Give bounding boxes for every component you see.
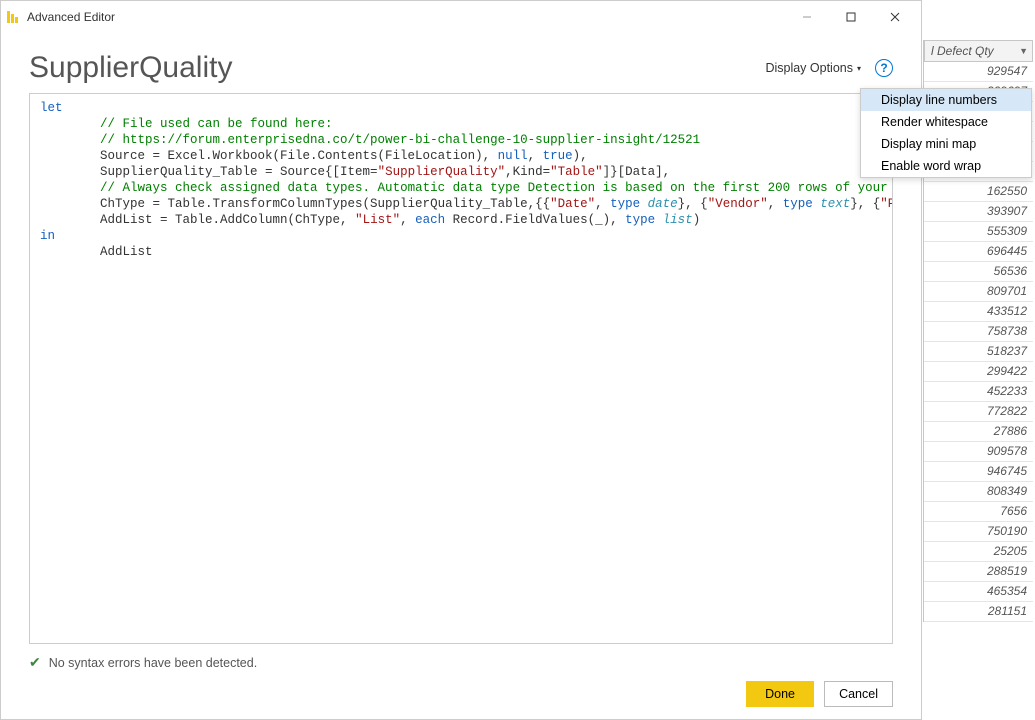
code-line: // https://forum.enterprisedna.co/t/powe… [40, 132, 882, 148]
code-line: AddList = Table.AddColumn(ChType, "List"… [40, 212, 882, 228]
data-cell[interactable]: 56536 [924, 262, 1033, 282]
maximize-button[interactable] [829, 2, 873, 32]
display-options-label: Display Options [765, 61, 853, 75]
code-line: Source = Excel.Workbook(File.Contents(Fi… [40, 148, 882, 164]
data-cell[interactable]: 281151 [924, 602, 1033, 622]
button-bar: Done Cancel [1, 677, 921, 719]
data-cell[interactable]: 758738 [924, 322, 1033, 342]
data-cell[interactable]: 393907 [924, 202, 1033, 222]
code-line: // File used can be found here: [40, 116, 882, 132]
data-cell[interactable]: 929547 [924, 62, 1033, 82]
menu-item-enable-word-wrap[interactable]: Enable word wrap [861, 155, 1031, 177]
window-title: Advanced Editor [27, 10, 785, 24]
data-cell[interactable]: 299422 [924, 362, 1033, 382]
status-text: No syntax errors have been detected. [49, 656, 257, 670]
menu-item-display-mini-map[interactable]: Display mini map [861, 133, 1031, 155]
cancel-button[interactable]: Cancel [824, 681, 893, 707]
header: SupplierQuality Display Options ▾ ? [1, 33, 921, 93]
code-line: in [40, 228, 882, 244]
code-line: SupplierQuality_Table = Source{[Item="Su… [40, 164, 882, 180]
data-cell[interactable]: 809701 [924, 282, 1033, 302]
data-cell[interactable]: 433512 [924, 302, 1033, 322]
code-line: AddList [40, 244, 882, 260]
data-cell[interactable]: 808349 [924, 482, 1033, 502]
display-options-menu: Display line numbersRender whitespaceDis… [860, 88, 1032, 178]
column-filter-caret-icon[interactable]: ▼ [1019, 46, 1028, 56]
window-controls [785, 2, 917, 32]
code-line: // Always check assigned data types. Aut… [40, 180, 882, 196]
data-cell[interactable]: 465354 [924, 582, 1033, 602]
data-cell[interactable]: 452233 [924, 382, 1033, 402]
advanced-editor-dialog: Advanced Editor SupplierQuality Display … [0, 0, 922, 720]
data-cell[interactable]: 555309 [924, 222, 1033, 242]
titlebar: Advanced Editor [1, 1, 921, 33]
status-bar: ✔ No syntax errors have been detected. [29, 654, 893, 671]
done-button[interactable]: Done [746, 681, 814, 707]
column-header[interactable]: l Defect Qty ▼ [924, 40, 1033, 62]
data-cell[interactable]: 7656 [924, 502, 1033, 522]
data-cell[interactable]: 946745 [924, 462, 1033, 482]
data-cell[interactable]: 162550 [924, 182, 1033, 202]
data-cell[interactable]: 909578 [924, 442, 1033, 462]
data-cell[interactable]: 750190 [924, 522, 1033, 542]
menu-item-display-line-numbers[interactable]: Display line numbers [861, 89, 1031, 111]
column-header-label: l Defect Qty [931, 44, 994, 58]
help-icon[interactable]: ? [875, 59, 893, 77]
app-icon [5, 9, 21, 25]
code-line: let [40, 100, 882, 116]
menu-item-render-whitespace[interactable]: Render whitespace [861, 111, 1031, 133]
display-options-dropdown[interactable]: Display Options ▾ [765, 61, 861, 75]
code-line: ChType = Table.TransformColumnTypes(Supp… [40, 196, 882, 212]
data-cell[interactable]: 288519 [924, 562, 1033, 582]
chevron-down-icon: ▾ [857, 64, 861, 73]
data-cell[interactable]: 27886 [924, 422, 1033, 442]
minimize-button[interactable] [785, 2, 829, 32]
data-cell[interactable]: 25205 [924, 542, 1033, 562]
code-editor[interactable]: let // File used can be found here: // h… [29, 93, 893, 644]
query-name[interactable]: SupplierQuality [29, 51, 232, 85]
data-cell[interactable]: 696445 [924, 242, 1033, 262]
data-cell[interactable]: 772822 [924, 402, 1033, 422]
close-button[interactable] [873, 2, 917, 32]
data-cell[interactable]: 518237 [924, 342, 1033, 362]
check-icon: ✔ [29, 654, 41, 671]
